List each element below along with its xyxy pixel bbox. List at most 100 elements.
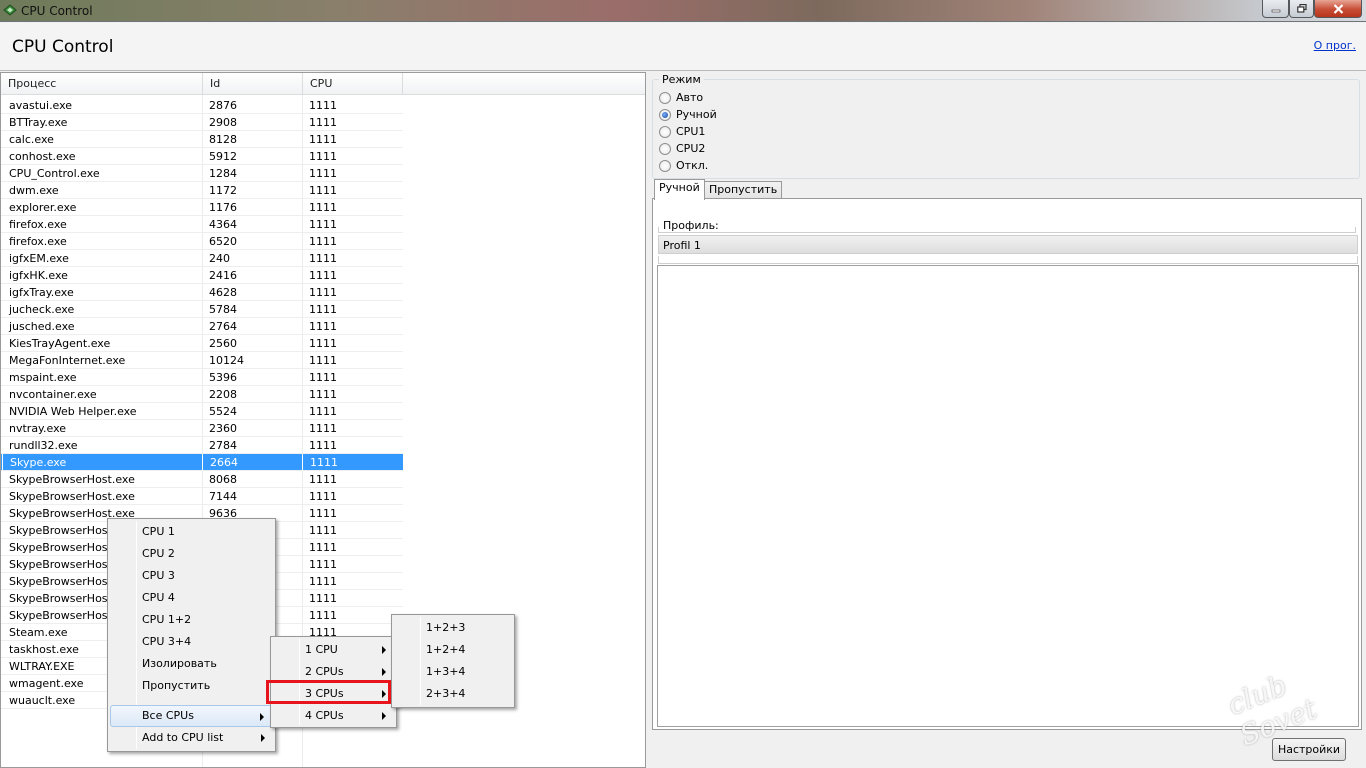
table-cell-name: igfxHK.exe <box>9 269 68 282</box>
mode-group: Режим Авто Ручной CPU1 CPU2 Откл. <box>652 73 1360 179</box>
table-row[interactable]: igfxHK.exe 2416 1111 <box>1 267 403 284</box>
close-button[interactable] <box>1314 0 1362 18</box>
table-cell-cpu: 1111 <box>309 507 337 520</box>
menu-item-skip[interactable]: Пропустить <box>110 675 273 697</box>
table-row[interactable]: Skype.exe 2664 1111 <box>1 454 403 471</box>
tab-manual[interactable]: Ручной <box>654 179 705 200</box>
mode-radio-auto[interactable]: Авто <box>659 89 703 106</box>
table-cell-id: 1172 <box>209 184 237 197</box>
minimize-button[interactable] <box>1262 0 1289 18</box>
table-row[interactable]: KiesTrayAgent.exe 2560 1111 <box>1 335 403 352</box>
table-row[interactable]: conhost.exe 5912 1111 <box>1 148 403 165</box>
profile-list-edge <box>658 256 1358 264</box>
table-row[interactable]: explorer.exe 1176 1111 <box>1 199 403 216</box>
right-panel: Режим Авто Ручной CPU1 CPU2 Откл. Ручной… <box>648 72 1366 768</box>
about-link[interactable]: О прог. <box>1314 39 1356 52</box>
table-row[interactable]: firefox.exe 4364 1111 <box>1 216 403 233</box>
table-cell-id: 1176 <box>209 201 237 214</box>
menu-item-cpu3-4[interactable]: CPU 3+4 <box>110 631 273 653</box>
menu-item-cpu1[interactable]: CPU 1 <box>110 521 273 543</box>
table-row[interactable]: MegaFonInternet.exe 10124 1111 <box>1 352 403 369</box>
table-cell-name: BTTray.exe <box>9 116 68 129</box>
menu-item-1-2-3[interactable]: 1+2+3 <box>394 617 512 639</box>
menu-item-cpu4[interactable]: CPU 4 <box>110 587 273 609</box>
tab-skip[interactable]: Пропустить <box>704 181 783 199</box>
table-cell-cpu: 1111 <box>309 252 337 265</box>
mode-radio-off[interactable]: Откл. <box>659 157 708 174</box>
menu-item-label: Add to CPU list <box>142 731 224 744</box>
radio-label: Авто <box>676 91 704 104</box>
radio-icon <box>659 91 671 104</box>
table-cell-name: mspaint.exe <box>9 371 77 384</box>
table-row[interactable]: jusched.exe 2764 1111 <box>1 318 403 335</box>
table-row[interactable]: CPU_Control.exe 1284 1111 <box>1 165 403 182</box>
table-row[interactable]: avastui.exe 2876 1111 <box>1 97 403 114</box>
table-cell-id: 7144 <box>209 490 237 503</box>
table-cell-cpu: 1111 <box>309 473 337 486</box>
maximize-button[interactable] <box>1289 0 1314 18</box>
table-row[interactable]: SkypeBrowserHost.exe 8068 1111 <box>1 471 403 488</box>
menu-item-cpu3[interactable]: CPU 3 <box>110 565 273 587</box>
table-cell-id: 4628 <box>209 286 237 299</box>
profile-process-list[interactable] <box>657 265 1359 727</box>
table-row[interactable]: SkypeBrowserHost.exe 7144 1111 <box>1 488 403 505</box>
table-cell-cpu: 1111 <box>309 490 337 503</box>
menu-item-all-cpus[interactable]: Все CPUs <box>110 705 273 727</box>
column-header-cpu[interactable]: CPU <box>303 73 403 95</box>
mode-radio-cpu2[interactable]: CPU2 <box>659 140 705 157</box>
table-cell-cpu: 1111 <box>309 269 337 282</box>
table-row[interactable]: igfxEM.exe 240 1111 <box>1 250 403 267</box>
table-cell-name: explorer.exe <box>9 201 77 214</box>
table-row[interactable]: mspaint.exe 5396 1111 <box>1 369 403 386</box>
menu-item-1-cpu[interactable]: 1 CPU <box>273 639 394 661</box>
menu-item-isolate[interactable]: Изолировать <box>110 653 273 675</box>
mode-radio-cpu1[interactable]: CPU1 <box>659 123 705 140</box>
submenu-arrow-icon <box>382 646 386 654</box>
table-row[interactable]: firefox.exe 6520 1111 <box>1 233 403 250</box>
table-row[interactable]: nvcontainer.exe 2208 1111 <box>1 386 403 403</box>
menu-item-4-cpus[interactable]: 4 CPUs <box>273 705 394 727</box>
table-row[interactable]: calc.exe 8128 1111 <box>1 131 403 148</box>
table-cell-name: KiesTrayAgent.exe <box>9 337 111 350</box>
table-cell-id: 5912 <box>209 150 237 163</box>
table-cell-cpu: 1111 <box>309 592 337 605</box>
menu-item-cpu2[interactable]: CPU 2 <box>110 543 273 565</box>
mode-radio-manual[interactable]: Ручной <box>659 106 717 123</box>
table-cell-cpu: 1111 <box>309 235 337 248</box>
table-cell-cpu: 1111 <box>309 167 337 180</box>
column-header-process[interactable]: Процесс <box>1 73 203 95</box>
table-row[interactable]: jucheck.exe 5784 1111 <box>1 301 403 318</box>
table-row[interactable]: igfxTray.exe 4628 1111 <box>1 284 403 301</box>
column-header-id[interactable]: Id <box>203 73 303 95</box>
title-bar: CPU Control <box>0 0 1366 22</box>
close-icon <box>1333 3 1343 14</box>
table-row[interactable]: dwm.exe 1172 1111 <box>1 182 403 199</box>
table-cell-name: conhost.exe <box>9 150 76 163</box>
radio-icon <box>659 142 671 155</box>
table-row[interactable]: NVIDIA Web Helper.exe 5524 1111 <box>1 403 403 420</box>
table-cell-cpu: 1111 <box>309 150 337 163</box>
submenu-arrow-icon <box>260 713 264 721</box>
table-cell-cpu: 1111 <box>309 558 337 571</box>
table-cell-name: rundll32.exe <box>9 439 78 452</box>
table-cell-id: 2876 <box>209 99 237 112</box>
table-cell-id: 10124 <box>209 354 244 367</box>
table-cell-name: firefox.exe <box>9 235 67 248</box>
profile-list-item[interactable]: Profil 1 <box>658 235 1358 254</box>
table-cell-name: Skype.exe <box>2 454 202 471</box>
table-cell-cpu: 1111 <box>309 575 337 588</box>
table-cell-name: jusched.exe <box>9 320 75 333</box>
menu-item-add-to-cpu-list[interactable]: Add to CPU list <box>110 727 273 749</box>
menu-item-1-2-4[interactable]: 1+2+4 <box>394 639 512 661</box>
submenu-arrow-icon <box>261 734 265 742</box>
profile-combo-edge <box>658 227 1356 233</box>
menu-item-1-3-4[interactable]: 1+3+4 <box>394 661 512 683</box>
menu-item-cpu1-2[interactable]: CPU 1+2 <box>110 609 273 631</box>
table-row[interactable]: rundll32.exe 2784 1111 <box>1 437 403 454</box>
radio-label: Ручной <box>676 108 717 121</box>
highlight-callout <box>266 680 391 704</box>
table-row[interactable]: BTTray.exe 2908 1111 <box>1 114 403 131</box>
menu-item-2-3-4[interactable]: 2+3+4 <box>394 683 512 705</box>
table-cell-name: NVIDIA Web Helper.exe <box>9 405 137 418</box>
table-row[interactable]: nvtray.exe 2360 1111 <box>1 420 403 437</box>
